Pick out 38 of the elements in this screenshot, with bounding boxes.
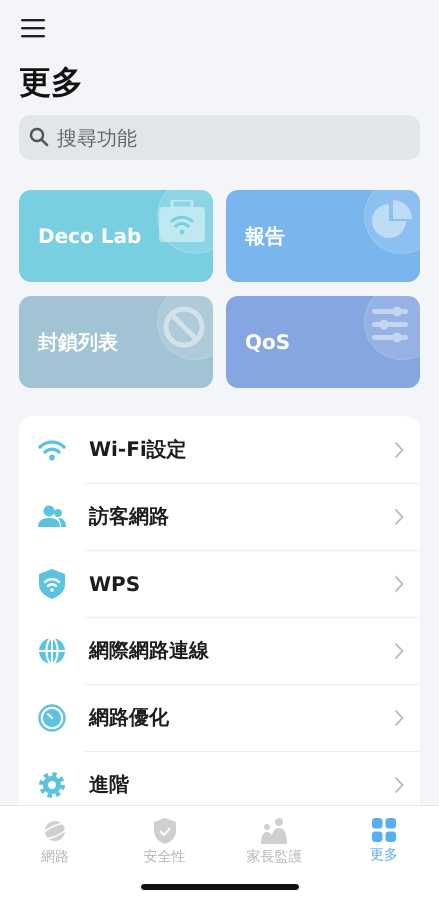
users-icon (38, 504, 66, 528)
settings-item[interactable]: 訪客網路 (19, 483, 420, 550)
tile-label: 報告 (245, 222, 285, 250)
shield-check-icon (154, 818, 176, 844)
briefcase-wifi-icon (159, 200, 205, 242)
page-title: 更多 (19, 62, 84, 102)
globe-icon (38, 636, 66, 664)
settings-item[interactable]: Wi-Fi設定 (19, 416, 420, 483)
chevron-right-icon (394, 440, 404, 458)
chevron-right-icon (394, 574, 404, 592)
stopwatch-icon (38, 704, 66, 732)
feature-tile[interactable]: QoS (226, 296, 420, 388)
chevron-right-icon (394, 508, 404, 526)
settings-item[interactable]: 網際網路連線 (19, 617, 420, 684)
settings-item[interactable]: WPS (19, 550, 420, 617)
grid-icon (372, 818, 396, 842)
settings-item[interactable]: 進階 (19, 751, 420, 805)
chevron-right-icon (394, 642, 404, 660)
tab[interactable]: 安全性 (110, 818, 220, 866)
tile-label: QoS (245, 330, 290, 354)
wifi-icon (38, 438, 66, 460)
search-field[interactable]: 搜尋功能 (19, 115, 420, 160)
menu-icon[interactable] (21, 18, 45, 38)
chevron-right-icon (394, 776, 404, 794)
settings-item[interactable]: 網路優化 (19, 684, 420, 751)
gear-icon (38, 770, 66, 798)
chevron-right-icon (394, 708, 404, 726)
tile-label: Deco Lab (38, 224, 142, 248)
family-icon (260, 818, 288, 844)
shield-wifi-icon (39, 568, 65, 598)
tab[interactable]: 網路 (0, 818, 110, 866)
tile-label: 封鎖列表 (38, 328, 118, 356)
feature-tile[interactable]: Deco Lab (19, 190, 213, 282)
tab[interactable]: 家長監護 (220, 818, 330, 866)
tab[interactable]: 更多 (329, 818, 439, 866)
feature-tile[interactable]: 封鎖列表 (19, 296, 213, 388)
prohibited-icon (163, 306, 205, 348)
feature-tile[interactable]: 報告 (226, 190, 420, 282)
